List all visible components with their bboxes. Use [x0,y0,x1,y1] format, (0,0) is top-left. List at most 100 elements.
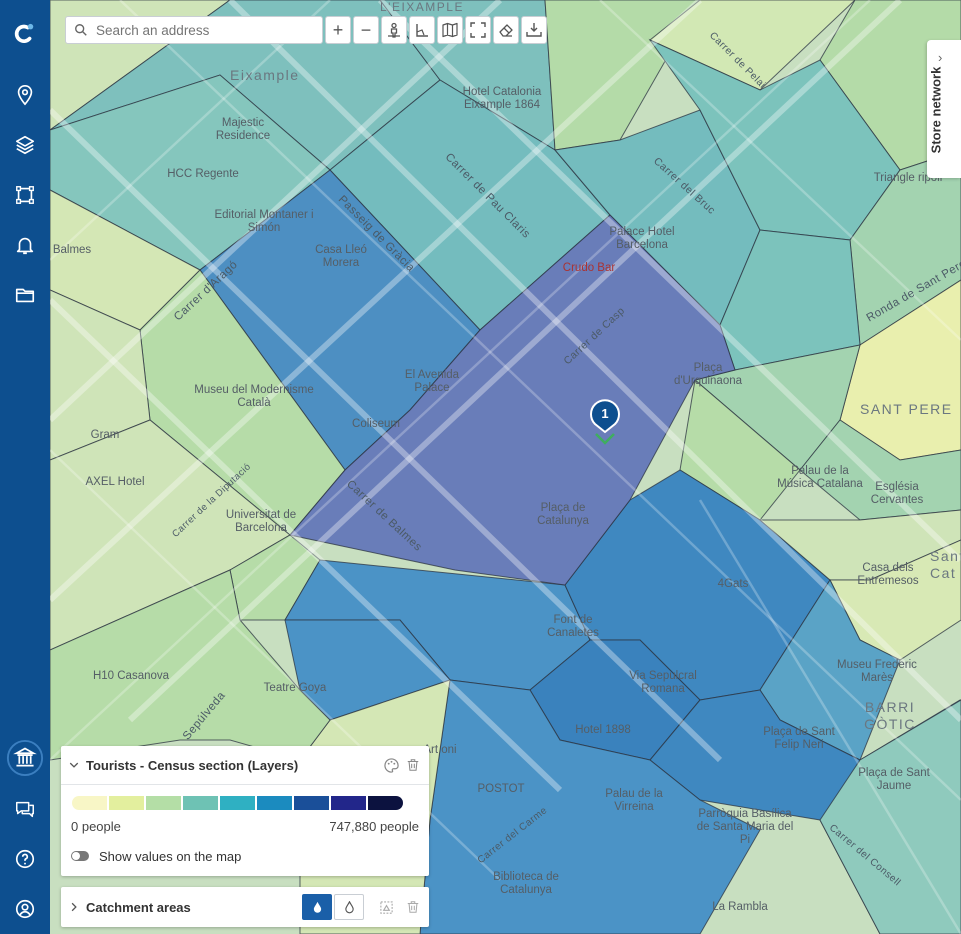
map-label: Església Cervantes [870,481,924,506]
map-label: Museu del Modernisme Català [194,384,314,409]
zoom-in-button[interactable]: + [325,16,351,44]
palette-icon[interactable] [384,758,399,773]
show-values-toggle[interactable] [71,851,89,861]
erase-button[interactable] [493,16,519,44]
map-label: Plaça de Sant Jaume [858,767,930,792]
chevron-right-icon [71,902,77,912]
bell-icon [16,237,34,255]
catchment-areas-panel[interactable]: Catchment areas [61,887,429,927]
download-icon [526,23,542,37]
show-values-label: Show values on the map [99,849,242,864]
street-view-button[interactable] [381,16,407,44]
map-label: Majestic Residence [215,117,271,142]
fill-mode-button[interactable] [302,894,332,920]
map-label: Palace Hotel Barcelona [609,226,675,251]
map-label: AXEL Hotel [85,476,145,488]
legend-min-label: 0 people [71,819,121,834]
district-label: Sant Cat [930,548,961,581]
color-swatch [183,796,218,810]
layers-icon [15,135,35,155]
search-input[interactable] [94,21,318,39]
fullscreen-button[interactable] [465,16,491,44]
map-label: Museu Frederic Marès [837,659,917,684]
polygon-select-icon [16,186,34,204]
sidebar-item-areas[interactable] [0,175,50,215]
map-label: La Rambla [712,901,768,913]
sidebar-item-account[interactable] [0,889,50,929]
legend-max-label: 747,880 people [329,819,419,834]
district-label: Eixample [230,67,300,83]
bank-icon [6,739,44,777]
map-label: Universitat de Barcelona [225,509,297,534]
store-network-tab[interactable]: › Store network [927,40,961,178]
map-label: Biblioteca de Catalunya [493,871,559,896]
map-label: Casa Lleó Morera [315,244,367,269]
color-swatch [72,796,107,810]
toggle-knob [72,852,80,860]
chevron-down-icon [69,762,79,768]
download-button[interactable] [521,16,547,44]
district-label: BARRI GÒTIC [864,699,916,732]
map-label: H10 Casanova [92,670,170,682]
color-swatch [146,796,181,810]
map-label: Palau de la Música Catalana [777,465,863,490]
map-label: Plaça d'Urquinaona [673,362,743,387]
marker-number: 1 [601,406,609,421]
legend-header[interactable]: Tourists - Census section (Layers) [61,746,429,785]
user-icon [15,899,35,919]
map-label: El Avenida Palace [404,369,460,394]
color-swatch [257,796,292,810]
map-label: Hotel 1898 [575,724,631,736]
catchment-title: Catchment areas [86,900,191,915]
chat-icon [16,801,34,818]
zoom-out-button[interactable]: − [353,16,379,44]
map-label: Casa dels Entremesos [857,562,919,587]
sidebar-item-help[interactable] [0,839,50,879]
search-box[interactable] [65,16,323,44]
map-label: Parròquia Basílica de Santa Maria del Pi [696,808,794,846]
sidebar-item-chat[interactable] [0,789,50,829]
map-toolbar: + − [65,15,547,45]
trash-icon[interactable] [406,758,420,772]
sidebar-item-layers[interactable] [0,125,50,165]
sidebar-item-alerts[interactable] [0,225,50,265]
map-label: Gram [90,429,120,441]
map-label: Palau de la Virreina [605,788,663,813]
fullscreen-icon [470,22,486,38]
pegman-icon [388,22,400,38]
map-label: Balmes [52,244,92,256]
map-label: Via Sepulcral Romana [629,670,697,695]
measure-button[interactable] [409,16,435,44]
sidebar-item-projects[interactable] [0,275,50,315]
color-swatch [368,796,403,810]
map-label: HCC Regente [167,168,239,180]
legend-title: Tourists - Census section (Layers) [86,758,299,773]
trash-icon[interactable] [406,900,420,914]
color-swatch [220,796,255,810]
map-label: Coliseum [352,418,400,430]
sidebar-item-locations[interactable] [0,75,50,115]
map-label: Editorial Montaner i Simón [214,209,314,234]
map-icon [442,22,458,38]
map-label: Font de Canaletes [547,614,599,639]
folder-icon [15,288,35,303]
district-label: SANT PERE [860,401,953,417]
map-label: Crudo Bar [562,262,616,274]
sidebar-item-institutions[interactable] [0,738,50,778]
color-scale [72,796,403,810]
app-logo[interactable] [0,14,50,54]
basemap-button[interactable] [437,16,463,44]
map-label: Teatre Goya [263,682,327,694]
logo-icon [14,23,34,44]
outline-mode-button[interactable] [334,894,364,920]
drop-outline-icon [344,900,354,913]
map-label: Plaça de Sant Felip Neri [763,726,835,751]
map-label: Plaça de Catalunya [537,502,589,527]
color-swatch [331,796,366,810]
sidebar [0,0,50,934]
area-select-icon[interactable] [379,900,394,915]
color-swatch [294,796,329,810]
color-swatch [109,796,144,810]
ruler-icon [416,24,428,37]
layer-legend-panel: Tourists - Census section (Layers) 0 peo… [61,746,429,876]
